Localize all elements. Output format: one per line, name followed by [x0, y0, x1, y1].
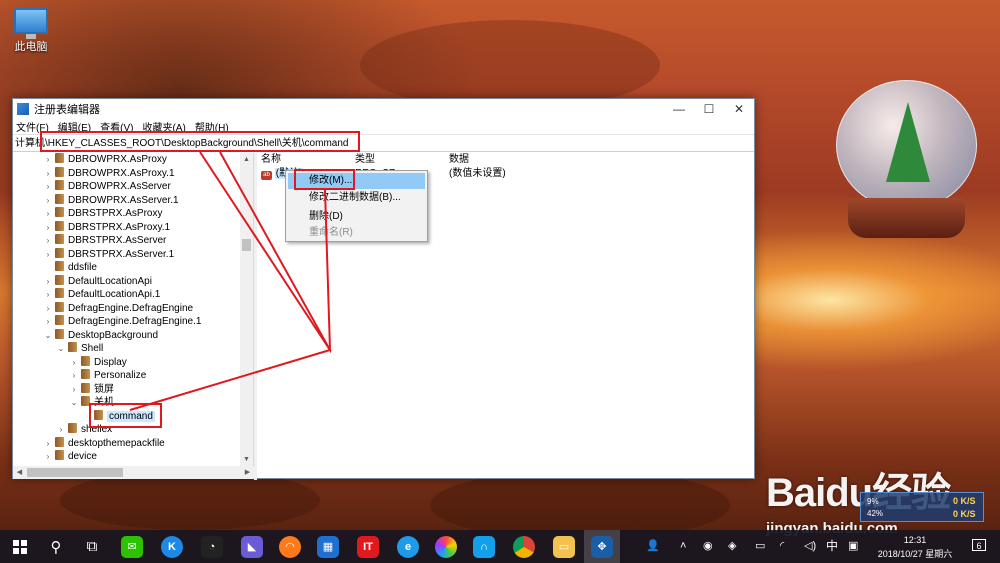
volume-icon[interactable]: ◁): [804, 530, 816, 563]
clock[interactable]: 12:31 2018/10/27 星期六: [870, 533, 960, 561]
wechat-taskbar-button[interactable]: ✉: [114, 530, 150, 563]
search-button[interactable]: ⚲: [38, 530, 74, 563]
clock-time: 12:31: [903, 535, 927, 545]
news-icon: IT: [357, 535, 379, 558]
chrome-icon: [513, 535, 535, 558]
notifications-count: 6: [972, 539, 986, 551]
folder-icon: ▭: [553, 535, 575, 558]
qq-music-taskbar-button[interactable]: ∩: [466, 530, 502, 563]
toutiao-taskbar-button[interactable]: IT: [350, 530, 386, 563]
bird-icon: ◣: [241, 535, 263, 558]
office-taskbar-button[interactable]: ▦: [310, 530, 346, 563]
start-button[interactable]: [2, 530, 38, 563]
edge-icon: e: [397, 535, 419, 558]
regedit-taskbar-button[interactable]: ✥: [584, 530, 620, 563]
taskbar: ⚲ ⧉ ✉ K ◔ ◣ ◠ ▦ IT e ∩ ▭ ✥ 👤 ˄ ◉ ◈ ▭ ◜ ◁…: [0, 530, 1000, 563]
qq-icon: ◔: [201, 535, 223, 558]
kugou-taskbar-button[interactable]: K: [154, 530, 190, 563]
firefox-taskbar-button[interactable]: ◠: [272, 530, 308, 563]
qq-taskbar-button[interactable]: ◔: [194, 530, 230, 563]
ime-indicator[interactable]: 中: [826, 530, 838, 563]
firefox-icon: ◠: [279, 535, 301, 558]
people-icon[interactable]: 👤: [646, 530, 660, 563]
wifi-icon[interactable]: ◜: [780, 530, 784, 563]
upload-percent: 9%: [867, 497, 879, 506]
upload-speed: 0 K/S: [953, 496, 976, 506]
download-speed: 0 K/S: [953, 509, 976, 519]
chrome-taskbar-button[interactable]: [506, 530, 542, 563]
windows-logo-icon: [13, 539, 27, 554]
task-view-icon: ⧉: [86, 538, 98, 555]
input-method-icon[interactable]: ▣: [848, 530, 858, 563]
photos-icon: [435, 535, 457, 558]
battery-icon[interactable]: ▭: [755, 530, 765, 563]
regedit-icon: ✥: [591, 535, 613, 558]
notification-center-button[interactable]: 6: [968, 530, 990, 563]
wechat-icon: ✉: [121, 535, 143, 558]
ie-taskbar-button[interactable]: e: [390, 530, 426, 563]
task-view-button[interactable]: ⧉: [74, 530, 110, 563]
photos-taskbar-button[interactable]: [428, 530, 464, 563]
download-percent: 42%: [867, 509, 884, 518]
app-tray-icon[interactable]: ◈: [728, 530, 736, 563]
chevron-up-icon[interactable]: ˄: [680, 530, 686, 563]
kugou-icon: K: [161, 535, 183, 558]
search-icon: ⚲: [50, 538, 62, 556]
clock-date: 2018/10/27 星期六: [877, 549, 953, 559]
network-speed-meter: 9% 42% 0 K/S 0 K/S: [860, 492, 984, 522]
feishu-taskbar-button[interactable]: ◣: [234, 530, 270, 563]
explorer-taskbar-button[interactable]: ▭: [546, 530, 582, 563]
headphones-icon: ∩: [473, 535, 495, 558]
security-tray-icon[interactable]: ◉: [703, 530, 713, 563]
office-icon: ▦: [317, 535, 339, 558]
